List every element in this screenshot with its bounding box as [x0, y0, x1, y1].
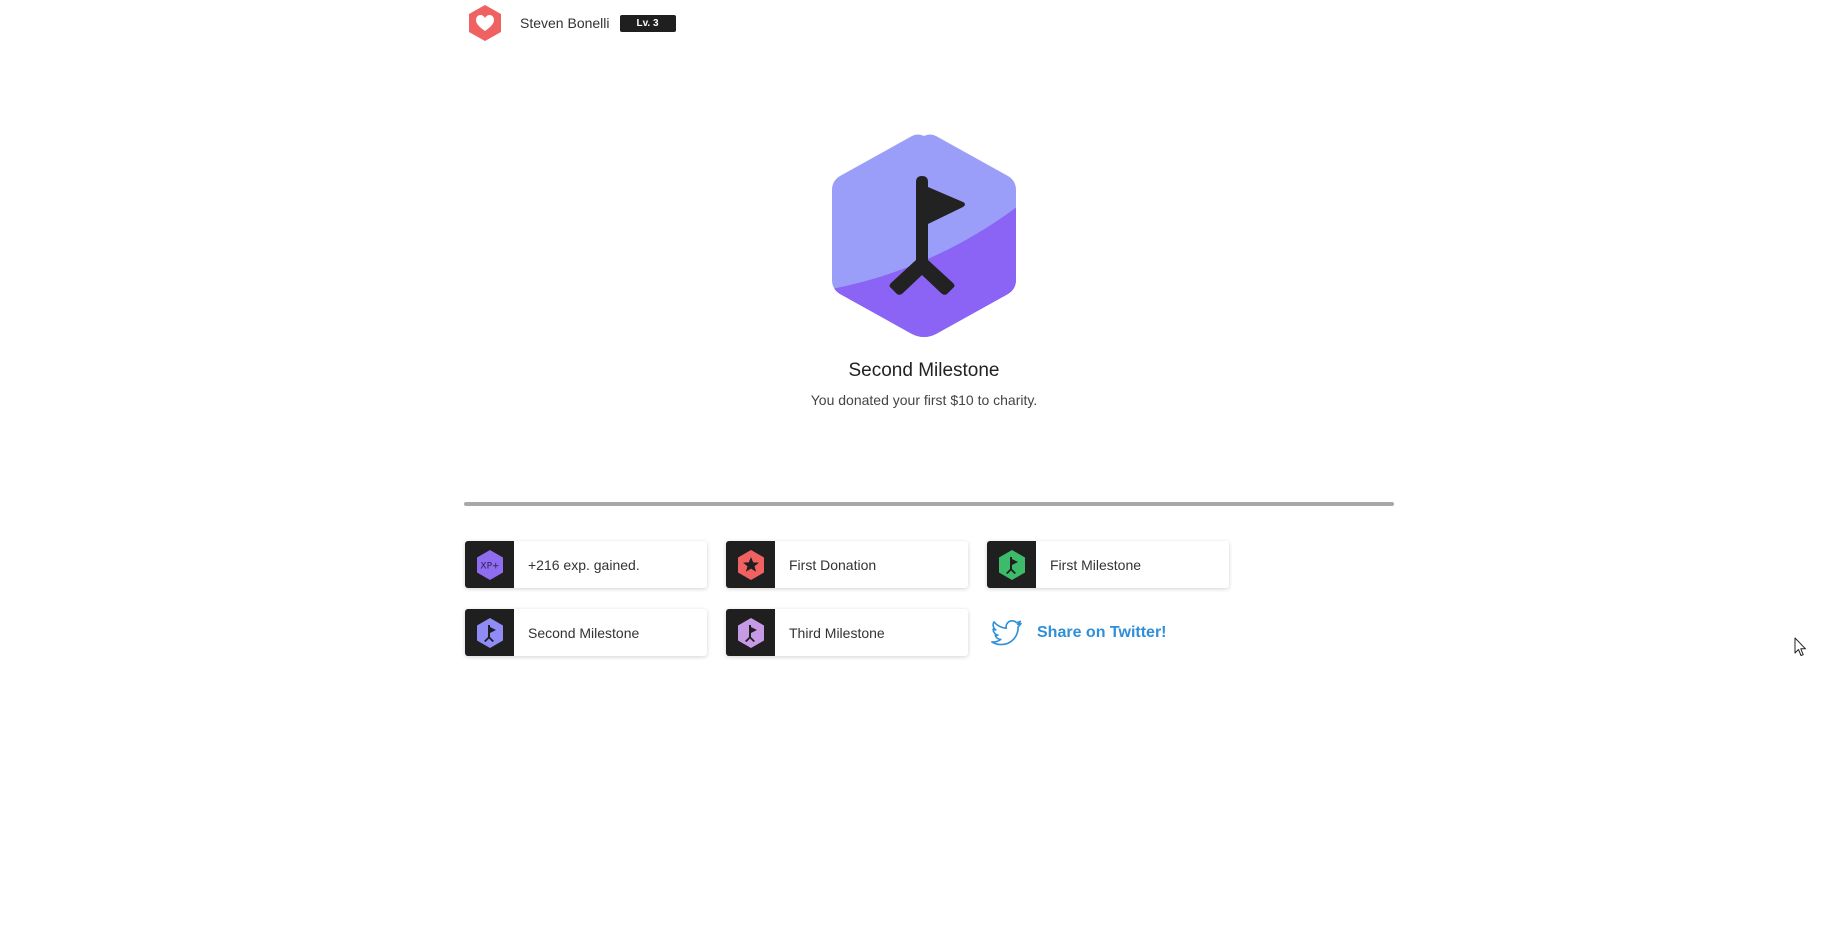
reward-card-first-milestone[interactable]: First Milestone — [987, 541, 1229, 588]
achievement-page: Steven Bonelli Lv. 3 Second Milestone Yo… — [0, 0, 1848, 930]
milestone-title: Second Milestone — [848, 360, 1000, 381]
flag-icon — [476, 617, 503, 648]
progress-fill — [464, 502, 1394, 506]
reward-label: Third Milestone — [789, 624, 885, 641]
level-badge: Lv. 3 — [619, 14, 676, 32]
flag-icon — [737, 617, 764, 648]
header: Steven Bonelli Lv. 3 — [466, 4, 676, 42]
reward-card-first-donation[interactable]: First Donation — [726, 541, 968, 588]
reward-icon-box — [726, 609, 775, 656]
xp-badge-text: XP+ — [480, 561, 499, 571]
share-label: Share on Twitter! — [1037, 623, 1167, 641]
reward-card-third-milestone[interactable]: Third Milestone — [726, 609, 968, 656]
twitter-bird-icon — [991, 619, 1022, 645]
reward-icon-box: XP+ — [465, 541, 514, 588]
star-icon — [737, 549, 764, 580]
mouse-cursor-icon — [1794, 637, 1806, 656]
reward-icon-box — [987, 541, 1036, 588]
reward-label: +216 exp. gained. — [528, 556, 640, 573]
heart-hexagon-icon[interactable] — [466, 4, 504, 42]
reward-icon-box — [465, 609, 514, 656]
reward-icon-box — [726, 541, 775, 588]
xp-plus-icon: XP+ — [476, 549, 503, 580]
reward-label: Second Milestone — [528, 624, 640, 641]
share-on-twitter-link[interactable]: Share on Twitter! — [991, 609, 1167, 656]
reward-card-second-milestone[interactable]: Second Milestone — [465, 609, 707, 656]
milestone-description: You donated your first $10 to charity. — [810, 392, 1038, 408]
flag-icon — [998, 549, 1025, 580]
milestone-flag-icon — [832, 134, 1016, 337]
user-name[interactable]: Steven Bonelli — [520, 15, 610, 31]
milestone-section: Second Milestone You donated your first … — [0, 130, 1848, 408]
reward-label: First Donation — [789, 556, 877, 573]
reward-card-xp[interactable]: XP+ +216 exp. gained. — [465, 541, 707, 588]
progress-bar — [464, 502, 1394, 506]
reward-label: First Milestone — [1050, 556, 1142, 573]
